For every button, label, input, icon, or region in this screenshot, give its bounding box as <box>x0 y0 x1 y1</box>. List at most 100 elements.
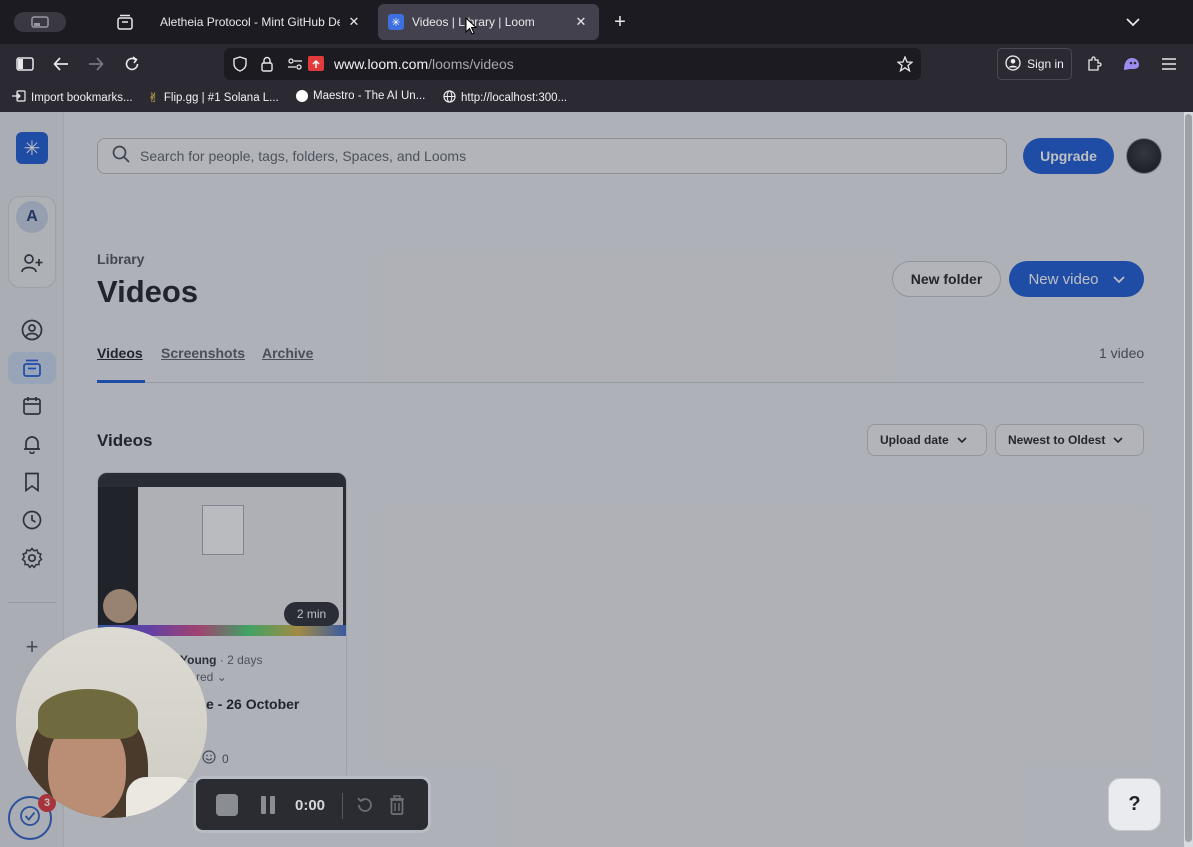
url-path: /looms/videos <box>428 56 514 72</box>
pause-icon <box>260 796 276 819</box>
menu-icon[interactable] <box>1158 53 1180 75</box>
chevron-down-icon: ⌄ <box>216 670 227 684</box>
bookmark-label: http://localhost:300... <box>461 92 568 104</box>
forward-icon[interactable] <box>85 53 107 75</box>
reaction-count: 0 <box>222 751 229 766</box>
user-avatar[interactable] <box>1126 138 1162 174</box>
tab-screenshots[interactable]: Screenshots <box>161 345 245 361</box>
video-title[interactable]: e - 26 October <box>206 696 299 712</box>
shield-icon[interactable] <box>230 55 250 73</box>
sort-field-dropdown[interactable]: Upload date <box>867 424 987 456</box>
tab-title: Aletheia Protocol - Mint GitHub Dev <box>160 15 340 29</box>
search-placeholder: Search for people, tags, folders, Spaces… <box>140 148 467 164</box>
page-scrollbar[interactable] <box>1184 112 1193 847</box>
url-text[interactable]: www.loom.com/looms/videos <box>334 56 514 72</box>
chevron-down-icon <box>957 433 967 447</box>
sign-in-label: Sign in <box>1027 57 1064 71</box>
maestro-favicon-icon <box>296 90 308 102</box>
tab-list-chevron-icon[interactable] <box>1122 11 1144 33</box>
screen-share-icon[interactable] <box>308 56 324 71</box>
tabs-divider <box>97 382 1144 383</box>
video-thumbnail[interactable]: 2 min <box>98 473 346 636</box>
permissions-icon[interactable] <box>286 55 304 73</box>
notifications-bell-icon[interactable] <box>16 428 48 460</box>
sidebar-toggle-pill-icon[interactable] <box>14 12 66 32</box>
thumbnail-dialog <box>202 505 244 555</box>
ghost-extension-icon[interactable] <box>1120 53 1142 75</box>
bookmark-localhost[interactable]: http://localhost:300... <box>443 90 567 106</box>
bookmark-icon[interactable] <box>16 466 48 498</box>
thumbnail-avatar <box>103 589 137 623</box>
trash-icon[interactable] <box>389 795 405 820</box>
close-tab-icon[interactable]: ✕ <box>346 14 362 30</box>
tab-archive[interactable]: Archive <box>262 345 313 361</box>
lock-icon[interactable] <box>258 55 276 73</box>
history-clock-icon[interactable] <box>16 504 48 536</box>
camera-beanie <box>38 689 138 739</box>
help-button[interactable]: ? <box>1108 778 1161 831</box>
tab-title: Videos | Library | Loom <box>412 15 535 29</box>
tab-aletheia[interactable]: Aletheia Protocol - Mint GitHub Dev ✕ <box>150 4 372 40</box>
url-bar[interactable]: www.loom.com/looms/videos <box>224 48 921 80</box>
new-video-button[interactable]: New video <box>1009 261 1144 297</box>
bookmark-label: Flip.gg | #1 Solana L... <box>163 92 279 104</box>
bookmark-flip[interactable]: ✌ Flip.gg | #1 Solana L... <box>148 90 279 106</box>
extensions-icon[interactable] <box>1083 53 1105 75</box>
workspace-avatar[interactable]: A <box>16 201 48 233</box>
chevron-down-icon <box>1113 433 1123 447</box>
loom-favicon-icon: ✳ <box>388 14 404 30</box>
url-domain: www.loom.com <box>334 56 429 72</box>
tab-overview-icon[interactable] <box>114 11 136 33</box>
breadcrumb[interactable]: Library <box>97 251 144 267</box>
restart-icon[interactable] <box>356 796 374 819</box>
video-age: · 2 days <box>219 653 263 667</box>
sort-order-dropdown[interactable]: Newest to Oldest <box>995 424 1144 456</box>
browser-nav-bar: www.loom.com/looms/videos Sign in <box>0 44 1193 84</box>
new-tab-button[interactable]: + <box>608 10 632 34</box>
bookmark-label: Import bookmarks... <box>31 91 133 104</box>
loom-logo-icon[interactable]: ✳ <box>16 132 48 164</box>
account-icon <box>1005 54 1021 74</box>
settings-gear-icon[interactable] <box>16 542 48 574</box>
sign-in-button[interactable]: Sign in <box>997 48 1072 80</box>
tab-loom-videos[interactable]: ✳ Videos | Library | Loom ✕ <box>378 4 599 40</box>
controls-divider <box>342 793 343 819</box>
library-icon[interactable] <box>16 352 48 384</box>
video-count: 1 video <box>1099 345 1145 361</box>
recording-timer: 0:00 <box>295 797 326 814</box>
mouse-cursor-icon <box>465 16 478 40</box>
bookmarks-bar: Import bookmarks... ✌ Flip.gg | #1 Solan… <box>0 84 1193 112</box>
page-title: Videos <box>97 274 199 309</box>
back-icon[interactable] <box>50 53 72 75</box>
recorder-controls: 0:00 <box>193 776 431 833</box>
scrollbar-thumb[interactable] <box>1185 114 1192 842</box>
sidebar-icon[interactable] <box>14 54 36 74</box>
camera-shirt <box>126 777 196 818</box>
calendar-icon[interactable] <box>16 390 48 422</box>
new-video-label: New video <box>1028 270 1099 288</box>
sort-order-label: Newest to Oldest <box>1008 433 1106 447</box>
bookmark-star-icon[interactable] <box>895 55 915 73</box>
reload-icon[interactable] <box>121 53 143 75</box>
chevron-down-icon[interactable] <box>1112 271 1125 287</box>
bookmark-label: Maestro - The AI Un... <box>313 90 426 102</box>
search-icon <box>112 145 130 168</box>
active-tab-indicator <box>97 380 145 383</box>
upgrade-button[interactable]: Upgrade <box>1023 138 1114 174</box>
close-tab-icon[interactable]: ✕ <box>573 14 589 30</box>
profile-icon[interactable] <box>16 314 48 346</box>
duration-badge: 2 min <box>284 602 339 626</box>
sidebar-divider <box>8 602 56 603</box>
bookmark-maestro[interactable]: Maestro - The AI Un... <box>296 90 425 102</box>
globe-icon <box>443 90 456 106</box>
search-input[interactable]: Search for people, tags, folders, Spaces… <box>97 138 1007 174</box>
bookmark-import[interactable]: Import bookmarks... <box>12 90 133 105</box>
tab-videos[interactable]: Videos <box>97 345 143 361</box>
invite-user-icon[interactable] <box>16 247 48 279</box>
flip-favicon-icon: ✌ <box>148 90 159 105</box>
pause-button[interactable] <box>260 795 276 815</box>
stop-recording-button[interactable] <box>216 794 238 816</box>
new-folder-button[interactable]: New folder <box>892 261 1001 297</box>
sort-field-label: Upload date <box>880 433 949 447</box>
camera-bubble[interactable] <box>16 627 207 818</box>
